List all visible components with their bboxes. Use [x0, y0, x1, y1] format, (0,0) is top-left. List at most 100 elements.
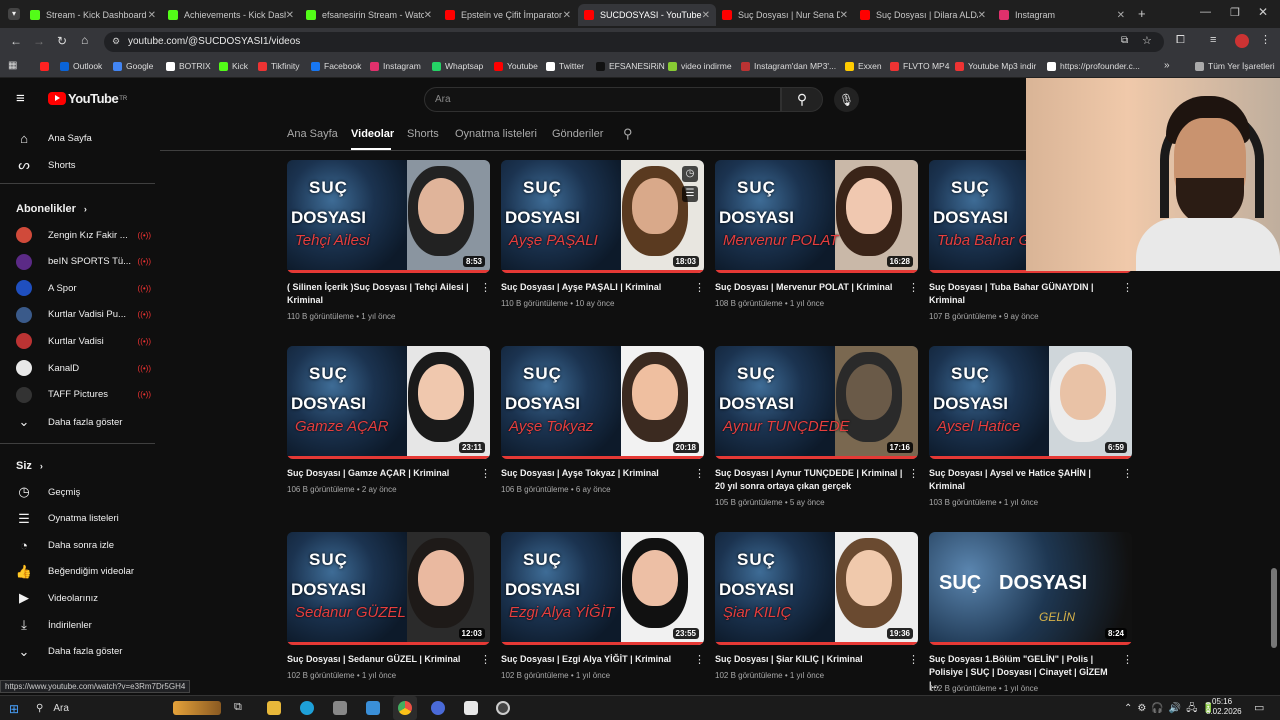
extensions-icon[interactable]: ⧠: [1176, 34, 1185, 47]
video-thumbnail[interactable]: SUÇ DOSYASI Ayşe Tokyaz 20:18: [501, 346, 704, 459]
bookmark-item[interactable]: Outlook: [60, 61, 102, 71]
bookmark-item[interactable]: Tikfinity: [258, 61, 300, 71]
voice-search-button[interactable]: 🎙: [834, 87, 859, 112]
browser-tab[interactable]: Achievements - Kick Dash ✕: [162, 4, 300, 26]
search-button[interactable]: ⚲: [781, 87, 823, 112]
channel-tab[interactable]: Oynatma listeleri: [455, 128, 537, 140]
video-menu-icon[interactable]: ⋮: [1122, 281, 1133, 294]
video-title[interactable]: Suç Dosyası | Sedanur GÜZEL | Kriminal: [287, 653, 477, 666]
subscription-channel[interactable]: Zengin Kız Fakir ... ((•)): [16, 223, 151, 247]
tab-close-icon[interactable]: ✕: [978, 10, 986, 21]
video-menu-icon[interactable]: ⋮: [1122, 653, 1133, 666]
sidebar-item-history[interactable]: ◷ Geçmiş: [16, 480, 151, 504]
video-title[interactable]: Suç Dosyası | Mervenur POLAT | Kriminal: [715, 281, 905, 294]
browser-tab[interactable]: SUCDOSYASI - YouTube ✕: [578, 4, 716, 26]
notepad-icon[interactable]: [464, 701, 478, 715]
browser-tab[interactable]: Stream - Kick Dashboard ✕: [24, 4, 162, 26]
subscriptions-header[interactable]: Abonelikler ›: [16, 203, 87, 215]
you-header[interactable]: Siz ›: [16, 460, 43, 472]
video-thumbnail[interactable]: SUÇ DOSYASI Aynur TUNÇDEDE 17:16: [715, 346, 918, 459]
channel-search-icon[interactable]: ⚲: [623, 126, 633, 142]
bookmark-item[interactable]: Twitter: [546, 61, 584, 71]
sidebar-item-liked-videos[interactable]: 👍 Beğendiğim videolar: [16, 560, 151, 584]
tab-close-icon[interactable]: ✕: [424, 10, 432, 21]
search-input[interactable]: Ara: [424, 87, 781, 112]
minimize-icon[interactable]: —: [1200, 6, 1211, 18]
new-tab-button[interactable]: +: [1138, 6, 1146, 21]
video-title[interactable]: Suç Dosyası | Ayşe PAŞALI | Kriminal: [501, 281, 691, 294]
video-title[interactable]: Suç Dosyası | Aynur TUNÇDEDE | Kriminal …: [715, 467, 905, 493]
video-thumbnail[interactable]: SUÇ DOSYASI Ayşe PAŞALI 18:03 ◷ ☰: [501, 160, 704, 273]
bookmark-item[interactable]: Instagram'dan MP3'...: [741, 61, 836, 71]
watch-later-icon[interactable]: ◷: [682, 166, 698, 182]
video-menu-icon[interactable]: ⋮: [694, 467, 705, 480]
video-title[interactable]: Suç Dosyası | Ayşe Tokyaz | Kriminal: [501, 467, 691, 480]
bookmarks-overflow-icon[interactable]: »: [1164, 60, 1170, 71]
subscription-channel[interactable]: A Spor ((•)): [16, 276, 151, 300]
sidebar-item-show-more[interactable]: ⌄ Daha fazla göster: [16, 410, 151, 434]
bookmark-item[interactable]: Kick: [219, 61, 248, 71]
video-thumbnail[interactable]: SUÇ DOSYASI Aysel Hatice 6:59: [929, 346, 1132, 459]
bookmark-item[interactable]: EFSANESiRiN: [596, 61, 665, 71]
tab-close-icon[interactable]: ✕: [148, 10, 156, 21]
channel-tab[interactable]: Videolar: [351, 128, 394, 140]
bookmark-item[interactable]: FLVTO MP4: [890, 61, 949, 71]
bookmark-item[interactable]: video indirme: [668, 61, 732, 71]
bookmark-item[interactable]: BOTRIX: [166, 61, 211, 71]
video-title[interactable]: Suç Dosyası | Ezgi Alya YİĞİT | Kriminal: [501, 653, 691, 666]
sidebar-item-watch-later[interactable]: ◔ Daha sonra izle: [16, 533, 151, 557]
subscription-channel[interactable]: Kurtlar Vadisi ((•)): [16, 329, 151, 353]
video-thumbnail[interactable]: SUÇ DOSYASI Şiar KILIÇ 19:36: [715, 532, 918, 645]
sidebar-item-show-more-you[interactable]: ⌄ Daha fazla göster: [16, 640, 151, 664]
bookmark-item[interactable]: https://profounder.c...: [1047, 61, 1140, 71]
tab-close-icon[interactable]: ✕: [702, 10, 710, 21]
bookmark-star-icon[interactable]: ☆: [1142, 34, 1152, 47]
install-icon[interactable]: ⧉: [1121, 35, 1128, 46]
video-thumbnail[interactable]: SUÇ DOSYASI Mervenur POLAT 16:28: [715, 160, 918, 273]
edge-icon[interactable]: [300, 701, 314, 715]
app-icon-2[interactable]: [366, 701, 380, 715]
browser-tab[interactable]: efsanesirin Stream - Watc ✕: [300, 4, 438, 26]
close-window-icon[interactable]: ✕: [1258, 5, 1268, 19]
forward-icon[interactable]: →: [33, 34, 45, 48]
clock-time[interactable]: 05:16: [1212, 697, 1232, 706]
video-thumbnail[interactable]: SUÇ DOSYASI Ezgi Alya YİĞİT 23:55: [501, 532, 704, 645]
sidebar-item-home[interactable]: ⌂ Ana Sayfa: [16, 126, 151, 150]
notifications-icon[interactable]: ▭: [1254, 701, 1264, 714]
video-title[interactable]: ( Silinen İçerik )Suç Dosyası | Tehçi Ai…: [287, 281, 477, 307]
tab-close-icon[interactable]: ✕: [840, 10, 848, 21]
video-menu-icon[interactable]: ⋮: [480, 653, 491, 666]
task-view-icon[interactable]: ⧉: [234, 701, 242, 714]
sidebar-item-shorts[interactable]: ᔕ Shorts: [16, 153, 151, 177]
browser-tab[interactable]: Suç Dosyası | Nur Sena D ✕: [716, 4, 854, 26]
video-title[interactable]: Suç Dosyası | Gamze AÇAR | Kriminal: [287, 467, 477, 480]
video-menu-icon[interactable]: ⋮: [694, 653, 705, 666]
taskbar-news-widget[interactable]: [173, 701, 221, 715]
video-title[interactable]: Suç Dosyası | Tuba Bahar GÜNAYDIN | Krim…: [929, 281, 1119, 307]
home-icon[interactable]: ⌂: [81, 33, 88, 47]
video-thumbnail[interactable]: SUÇ DOSYASI Tehçi Ailesi 8:53: [287, 160, 490, 273]
video-menu-icon[interactable]: ⋮: [1122, 467, 1133, 480]
bookmark-item[interactable]: Google: [113, 61, 153, 71]
tab-search-icon[interactable]: ▾: [8, 8, 20, 20]
obs-icon[interactable]: [496, 701, 510, 715]
bookmark-item[interactable]: Facebook: [311, 61, 361, 71]
video-thumbnail[interactable]: SUÇ DOSYASI GELİN 8:24: [929, 532, 1132, 645]
sidebar-item-playlists[interactable]: ☰ Oynatma listeleri: [16, 507, 151, 531]
bookmark-item[interactable]: Whaptsap: [432, 61, 483, 71]
tab-close-icon[interactable]: ✕: [286, 10, 294, 21]
profile-avatar[interactable]: [1235, 34, 1249, 48]
subscription-channel[interactable]: beIN SPORTS Tü... ((•)): [16, 250, 151, 274]
windows-start-icon[interactable]: ⊞: [9, 702, 19, 716]
menu-icon[interactable]: ⋮: [1260, 33, 1271, 46]
apps-grid-icon[interactable]: ▦: [8, 60, 17, 71]
video-thumbnail[interactable]: SUÇ DOSYASI Gamze AÇAR 23:11: [287, 346, 490, 459]
app-icon-3[interactable]: [431, 701, 445, 715]
media-control-icon[interactable]: ≡: [1210, 34, 1216, 46]
channel-tab[interactable]: Gönderiler: [552, 128, 603, 140]
sidebar-item-your-videos[interactable]: ▶ Videolarınız: [16, 586, 151, 610]
browser-tab[interactable]: Epstein ve Çifit İmparator ✕: [439, 4, 577, 26]
bookmark-item[interactable]: Youtube Mp3 indir: [955, 61, 1036, 71]
back-icon[interactable]: ←: [10, 34, 22, 48]
channel-tab[interactable]: Ana Sayfa: [287, 128, 338, 140]
